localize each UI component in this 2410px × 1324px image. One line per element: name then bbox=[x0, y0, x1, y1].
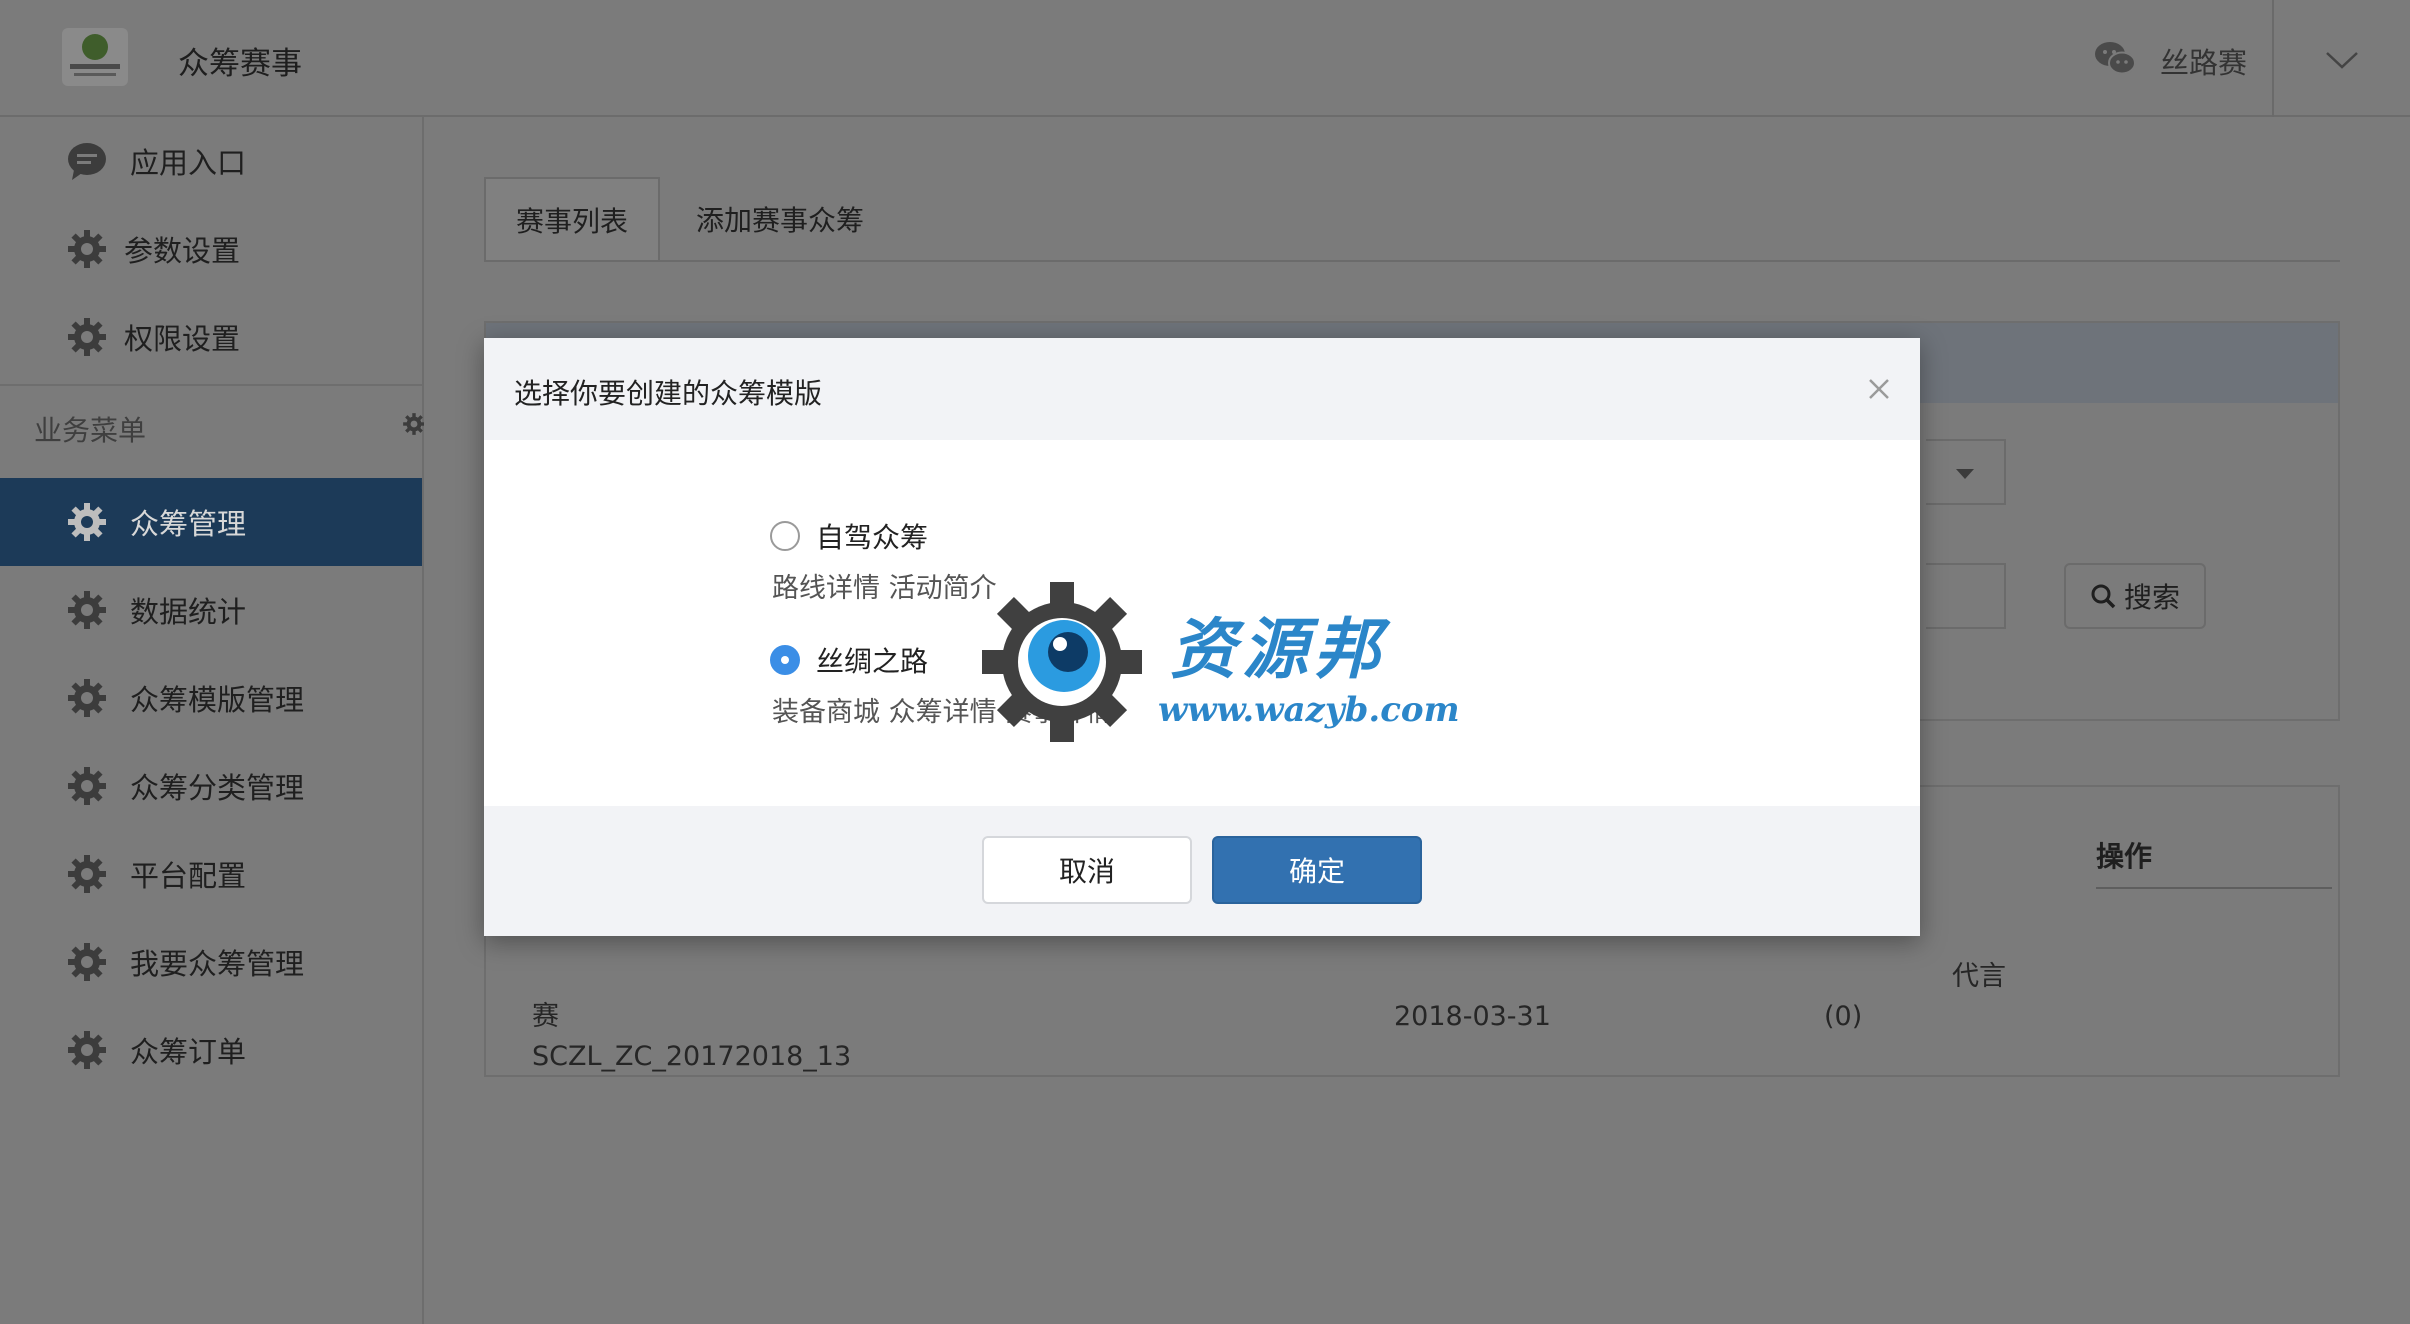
option-label: 自驾众筹 bbox=[816, 521, 929, 554]
sidebar-item-label: 应用入口 bbox=[130, 146, 247, 180]
sidebar: 应用入口 参数设置 权限设置 业务菜单 众筹管理 数据统计 众筹模版管理 众筹分… bbox=[0, 117, 424, 1324]
sidebar-item-params[interactable]: 参数设置 bbox=[0, 205, 422, 293]
row-name-line2: 赛 bbox=[532, 1001, 559, 1032]
sidebar-item-label: 众筹分类管理 bbox=[130, 771, 305, 805]
gear-icon bbox=[66, 1029, 108, 1071]
top-bar: 众筹赛事 丝路赛 bbox=[0, 0, 2410, 117]
sidebar-item-label: 权限设置 bbox=[124, 322, 241, 356]
table-header-line bbox=[2096, 887, 2332, 889]
sidebar-item-app-entry[interactable]: 应用入口 bbox=[0, 117, 422, 205]
dialog-footer: 取消 确定 bbox=[484, 806, 1920, 936]
sidebar-item-label: 平台配置 bbox=[130, 859, 247, 893]
watermark-url: www.wazyb.com bbox=[1158, 690, 1460, 730]
option-label: 丝绸之路 bbox=[816, 645, 929, 678]
gear-icon bbox=[66, 316, 108, 358]
wechat-icon bbox=[2095, 42, 2136, 75]
sidebar-item-templates[interactable]: 众筹模版管理 bbox=[0, 654, 422, 742]
caret-down-icon bbox=[1956, 469, 1974, 479]
sidebar-item-label: 众筹管理 bbox=[130, 507, 247, 541]
search-button[interactable]: 搜索 bbox=[2064, 563, 2206, 629]
row-status-count: (0) bbox=[1824, 1001, 1863, 1032]
gear-icon bbox=[66, 677, 108, 719]
sidebar-item-label: 参数设置 bbox=[124, 234, 241, 268]
tab-add-event[interactable]: 添加赛事众筹 bbox=[670, 177, 890, 261]
row-end-date: 2018-03-31 bbox=[1394, 1001, 1551, 1032]
tab-event-list[interactable]: 赛事列表 bbox=[484, 177, 660, 261]
gear-icon bbox=[66, 589, 108, 631]
dialog-title: 选择你要创建的众筹模版 bbox=[514, 377, 823, 410]
gear-icon bbox=[66, 501, 108, 543]
sidebar-item-platform[interactable]: 平台配置 bbox=[0, 830, 422, 918]
filter-input[interactable] bbox=[1926, 563, 2006, 629]
sidebar-item-label: 数据统计 bbox=[130, 595, 247, 629]
message-icon bbox=[68, 143, 106, 180]
sidebar-item-crowdfunding[interactable]: 众筹管理 bbox=[0, 478, 422, 566]
search-icon bbox=[2091, 584, 2116, 609]
user-name[interactable]: 丝路赛 bbox=[2160, 40, 2247, 82]
cancel-button[interactable]: 取消 bbox=[982, 836, 1192, 904]
watermark-gear-icon bbox=[982, 582, 1142, 742]
close-icon[interactable] bbox=[1864, 374, 1894, 404]
radio-self-drive[interactable] bbox=[770, 521, 800, 551]
sidebar-item-my-crowdfunding[interactable]: 我要众筹管理 bbox=[0, 918, 422, 1006]
app-title: 众筹赛事 bbox=[178, 46, 302, 82]
watermark-title: 资源邦 bbox=[1170, 610, 1386, 688]
sidebar-item-label: 我要众筹管理 bbox=[130, 947, 305, 981]
gear-icon bbox=[66, 853, 108, 895]
radio-silk-road[interactable] bbox=[770, 645, 800, 675]
sidebar-divider bbox=[0, 384, 422, 386]
sidebar-item-orders[interactable]: 众筹订单 bbox=[0, 1006, 422, 1094]
sidebar-item-statistics[interactable]: 数据统计 bbox=[0, 566, 422, 654]
sidebar-item-label: 众筹模版管理 bbox=[130, 683, 305, 717]
ops-column-header: 操作 bbox=[2096, 840, 2153, 873]
sidebar-item-label: 众筹订单 bbox=[130, 1035, 247, 1069]
option-description: 路线详情 活动简介 bbox=[772, 573, 997, 604]
chevron-down-icon[interactable] bbox=[2324, 48, 2360, 72]
sidebar-item-categories[interactable]: 众筹分类管理 bbox=[0, 742, 422, 830]
sidebar-section-title: 业务菜单 bbox=[34, 414, 147, 447]
filter-select[interactable] bbox=[1926, 439, 2006, 505]
row-status-suffix: 代言 bbox=[1952, 961, 2006, 992]
top-divider bbox=[2272, 0, 2274, 117]
option-silk-road[interactable]: 丝绸之路 bbox=[770, 640, 928, 680]
option-self-drive[interactable]: 自驾众筹 bbox=[770, 516, 928, 556]
gear-icon bbox=[66, 941, 108, 983]
row-code: SCZL_ZC_20172018_13 bbox=[532, 1041, 852, 1072]
sidebar-item-permissions[interactable]: 权限设置 bbox=[0, 293, 422, 381]
gear-icon bbox=[66, 228, 108, 270]
search-button-label: 搜索 bbox=[2123, 581, 2180, 614]
tab-underline bbox=[484, 260, 2340, 262]
gear-icon[interactable] bbox=[402, 412, 426, 436]
dialog-header: 选择你要创建的众筹模版 bbox=[484, 338, 1920, 440]
confirm-button[interactable]: 确定 bbox=[1212, 836, 1422, 904]
app-logo bbox=[62, 28, 128, 86]
gear-icon bbox=[66, 765, 108, 807]
